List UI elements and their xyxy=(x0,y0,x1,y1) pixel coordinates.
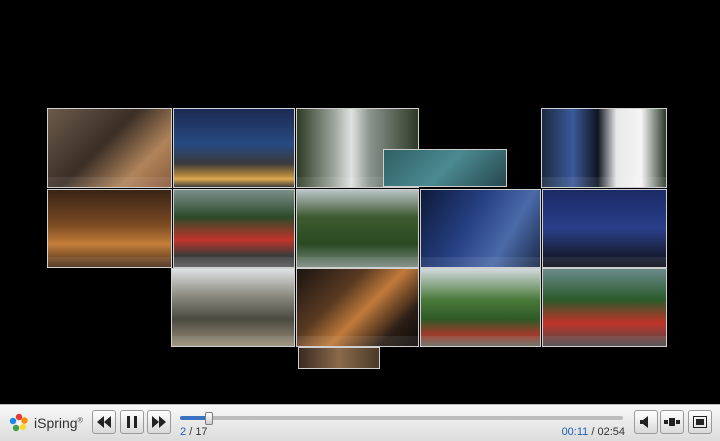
progress-bar[interactable] xyxy=(180,412,623,425)
photo-tile xyxy=(47,189,172,268)
next-slide-button[interactable] xyxy=(147,410,171,434)
time-separator: / xyxy=(591,426,595,438)
slide-counter: 2 / 17 xyxy=(180,426,208,438)
slide-separator: / xyxy=(189,426,193,438)
pause-icon xyxy=(127,416,137,428)
photo-tile xyxy=(296,268,419,347)
photo-tile xyxy=(171,268,295,347)
layout-icon xyxy=(664,418,680,426)
photo-tile xyxy=(173,108,295,188)
current-time: 00:11 xyxy=(561,426,589,438)
volume-button[interactable] xyxy=(634,410,658,434)
skip-forward-icon xyxy=(152,416,166,428)
photo-tile xyxy=(298,347,380,369)
photo-tile xyxy=(542,189,667,268)
previous-slide-button[interactable] xyxy=(92,410,116,434)
photo-tile xyxy=(296,189,419,268)
skip-back-icon xyxy=(97,416,111,428)
pause-button[interactable] xyxy=(120,410,144,434)
fullscreen-button[interactable] xyxy=(688,410,712,434)
total-slides: 17 xyxy=(195,426,208,438)
slide-stage xyxy=(0,0,720,404)
fullscreen-icon xyxy=(693,416,707,428)
time-display: 00:11 / 02:54 xyxy=(562,426,625,438)
current-slide-number: 2 xyxy=(180,426,187,438)
ispring-logo: iSpring® xyxy=(8,412,83,434)
photo-tile xyxy=(47,108,172,188)
photo-tile xyxy=(173,189,295,268)
brand-name: iSpring® xyxy=(34,415,83,431)
photo-tile xyxy=(420,189,541,268)
ispring-flower-icon xyxy=(9,413,28,432)
photo-tile xyxy=(542,268,667,347)
total-time: 02:54 xyxy=(597,426,625,438)
photo-tile xyxy=(541,108,667,188)
volume-icon xyxy=(640,416,648,428)
progress-handle[interactable] xyxy=(204,412,213,425)
photo-tile xyxy=(420,268,541,347)
layout-button[interactable] xyxy=(660,410,684,434)
player-control-bar: iSpring® 2 / 17 00:11 / 02:54 xyxy=(0,404,720,441)
photo-tile xyxy=(383,149,507,187)
